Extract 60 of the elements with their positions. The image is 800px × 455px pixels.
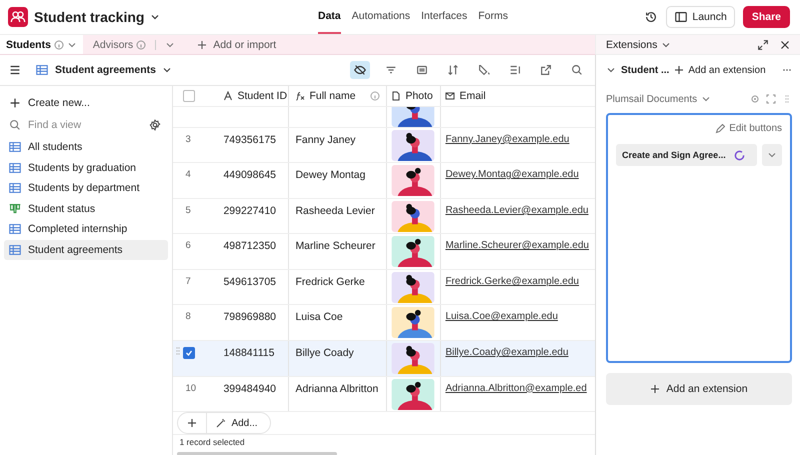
table-cell: 498712350: [215, 234, 290, 269]
table-cell: Fredrick Gerke: [289, 270, 388, 304]
table-cell: Marline Scheurer: [289, 234, 388, 269]
create-sign-button[interactable]: Create and Sign Agree...: [616, 144, 757, 166]
column-header[interactable]: Student ID: [215, 86, 290, 106]
email-link[interactable]: Dewey.Montag@example.edu: [445, 169, 579, 180]
row-number: 7: [184, 276, 191, 287]
extension-dropdown[interactable]: Plumsail Documents: [606, 94, 712, 104]
create-new-button[interactable]: Create new...: [4, 92, 168, 113]
column-header[interactable]: Full name: [289, 86, 388, 106]
edit-buttons-link[interactable]: Edit buttons: [715, 123, 782, 134]
share-button[interactable]: Share: [742, 6, 790, 28]
row-number: 5: [184, 204, 191, 216]
view-item[interactable]: Students by department: [4, 178, 168, 198]
view-item[interactable]: Student agreements: [4, 240, 168, 260]
column-header[interactable]: Email: [441, 86, 595, 106]
extensions-dropdown[interactable]: Extensions: [606, 38, 672, 50]
row-number: 8: [184, 311, 191, 322]
add-extension-link[interactable]: Add an extension: [674, 64, 766, 76]
add-import-button[interactable]: Add or import: [183, 35, 276, 54]
table-tab[interactable]: Advisors: [82, 35, 184, 54]
view-item[interactable]: All students: [4, 137, 168, 158]
email-link[interactable]: Fredrick.Gerke@example.edu: [445, 276, 579, 287]
table-cell: 148841115: [215, 341, 290, 376]
table-cell: Fanny Janey: [289, 128, 388, 162]
email-link[interactable]: Billye.Coady@example.edu: [445, 347, 568, 358]
status-text: 1 record selected: [179, 437, 245, 448]
view-item[interactable]: Students by graduation: [4, 158, 168, 178]
email-link[interactable]: Rasheeda.Levier@example.edu: [445, 204, 588, 216]
view-item[interactable]: Student status: [4, 198, 168, 219]
nav-tab[interactable]: Automations: [352, 0, 410, 34]
table-cell: 449098645: [215, 163, 290, 198]
email-link[interactable]: Marline.Scheurer@example.edu: [445, 240, 589, 252]
table-cell: 549613705: [215, 270, 290, 304]
nav-tab[interactable]: Forms: [478, 0, 508, 34]
table-cell: 299227410: [215, 198, 290, 234]
launch-button[interactable]: Launch: [666, 6, 735, 28]
table-cell: Adrianna Albritton: [289, 376, 388, 412]
row-number: 4: [184, 169, 191, 180]
row-number: 10: [184, 382, 196, 394]
add-extension-button[interactable]: Add an extension: [606, 373, 792, 405]
row-number: 6: [184, 240, 191, 252]
column-header[interactable]: Photo: [387, 86, 442, 106]
view-selector[interactable]: Student agreements: [35, 63, 172, 77]
base-title[interactable]: Student tracking: [34, 9, 144, 25]
view-item[interactable]: Completed internship: [4, 219, 168, 240]
table-cell: Dewey Montag: [289, 163, 388, 198]
email-link[interactable]: Luisa.Coe@example.edu: [445, 311, 558, 322]
table-cell: 798969880: [215, 305, 290, 340]
row-number: 3: [184, 134, 191, 145]
dashboard-name[interactable]: Student ...: [621, 64, 670, 76]
table-tab[interactable]: Students: [0, 35, 83, 54]
table-cell: 749356175: [215, 128, 290, 162]
table-cell: 399484940: [215, 376, 290, 412]
email-link[interactable]: Fanny.Janey@example.edu: [445, 134, 570, 145]
table-cell: Rasheeda Levier: [289, 198, 388, 234]
table-cell: Billye Coady: [289, 341, 388, 376]
table-cell: Luisa Coe: [289, 305, 388, 340]
nav-tab[interactable]: Interfaces: [421, 0, 468, 34]
email-link[interactable]: Adrianna.Albritton@example.ed: [445, 382, 587, 394]
